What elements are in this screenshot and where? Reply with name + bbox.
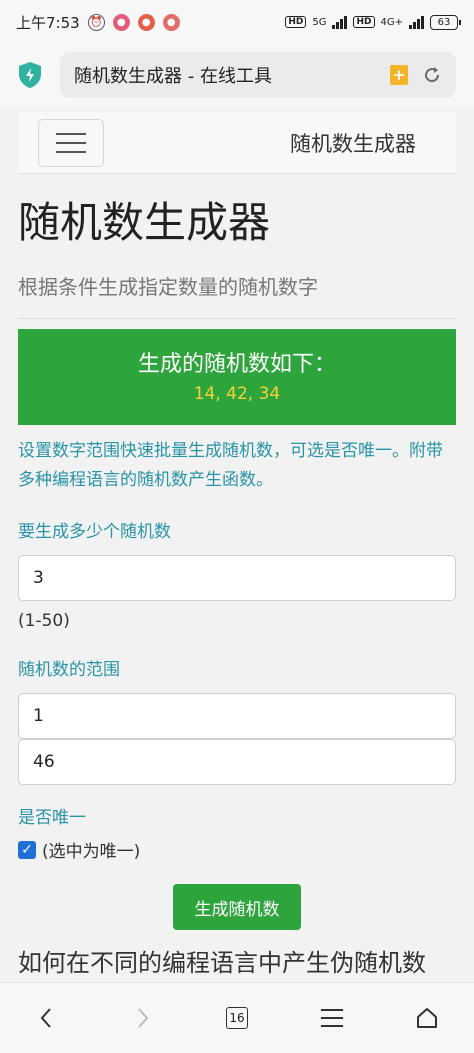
back-button[interactable] [27,998,67,1038]
range-label: 随机数的范围 [18,660,120,680]
tab-count: 16 [225,1007,248,1029]
menu-button[interactable] [312,998,352,1038]
menu-toggle-button[interactable] [38,118,104,167]
tool-description: 设置数字范围快速批量生成随机数，可选是否唯一。附带多种编程语言的随机数产生函数。 [18,441,443,490]
hd-icon-2: HD [353,16,375,28]
unique-checkbox[interactable]: ✓ [18,840,36,859]
network-5g: 5G [312,16,327,28]
chevron-left-icon [41,1008,52,1028]
security-shield-icon[interactable] [18,61,42,89]
result-title: 生成的随机数如下： [137,352,336,377]
app-notification-icon-2: ● [137,13,155,31]
range-min-input[interactable]: 1 [18,693,456,739]
battery-level: 63 [437,16,451,28]
page-heading: 随机数生成器 [18,198,271,247]
battery-icon: 63 [430,14,461,30]
tabs-button[interactable]: 16 [217,998,257,1038]
result-values: 14, 42, 34 [193,384,281,404]
address-box[interactable]: 随机数生成器 - 在线工具 + [60,52,456,98]
status-bar: 上午7:53 ⏰ ● ● ● HD 5G HD 4G+ 63 [0,0,474,44]
unique-option: ✓ (选中为唯一) [18,837,456,862]
signal-icon [332,15,348,29]
count-value: 3 [33,568,44,588]
count-label: 要生成多少个随机数 [18,522,171,542]
result-panel: 生成的随机数如下： 14, 42, 34 [18,329,456,425]
browser-url-bar: 随机数生成器 - 在线工具 + [0,44,474,106]
forward-button[interactable] [122,998,162,1038]
clock: 上午7:53 [16,13,80,32]
home-button[interactable] [407,998,447,1038]
section-heading: 如何在不同的编程语言中产生伪随机数 [18,949,426,977]
browser-bottom-bar: 16 [0,982,474,1053]
range-max-value: 46 [33,752,55,772]
alarm-icon: ⏰ [87,13,105,31]
button-row: 生成随机数 [18,884,456,930]
count-input[interactable]: 3 [18,555,456,601]
bookmark-add-icon[interactable]: + [390,65,408,85]
chevron-right-icon [138,1008,149,1028]
hd-icon: HD [285,16,307,28]
site-brand[interactable]: 随机数生成器 [290,128,416,158]
range-min-value: 1 [33,706,44,726]
app-notification-icon-3: ● [162,13,180,31]
home-icon [416,1008,437,1028]
main-content: 随机数生成器 根据条件生成指定数量的随机数字 生成的随机数如下： 14, 42,… [18,180,456,978]
status-right: HD 5G HD 4G+ 63 [285,14,461,30]
count-help: (1-50) [18,611,70,631]
hamburger-icon [320,1009,343,1027]
site-navbar: 随机数生成器 [18,112,456,174]
divider [18,318,456,319]
app-notification-icon: ● [112,13,130,31]
page-title: 随机数生成器 - 在线工具 [74,66,272,87]
signal-icon-2 [409,15,424,29]
generate-button[interactable]: 生成随机数 [173,884,301,930]
reload-icon[interactable] [422,65,442,85]
page-lead: 根据条件生成指定数量的随机数字 [18,275,318,299]
range-max-input[interactable]: 46 [18,739,456,785]
unique-label: 是否唯一 [18,808,86,828]
network-4g: 4G+ [380,16,404,28]
unique-checkbox-text[interactable]: (选中为唯一) [42,837,140,862]
